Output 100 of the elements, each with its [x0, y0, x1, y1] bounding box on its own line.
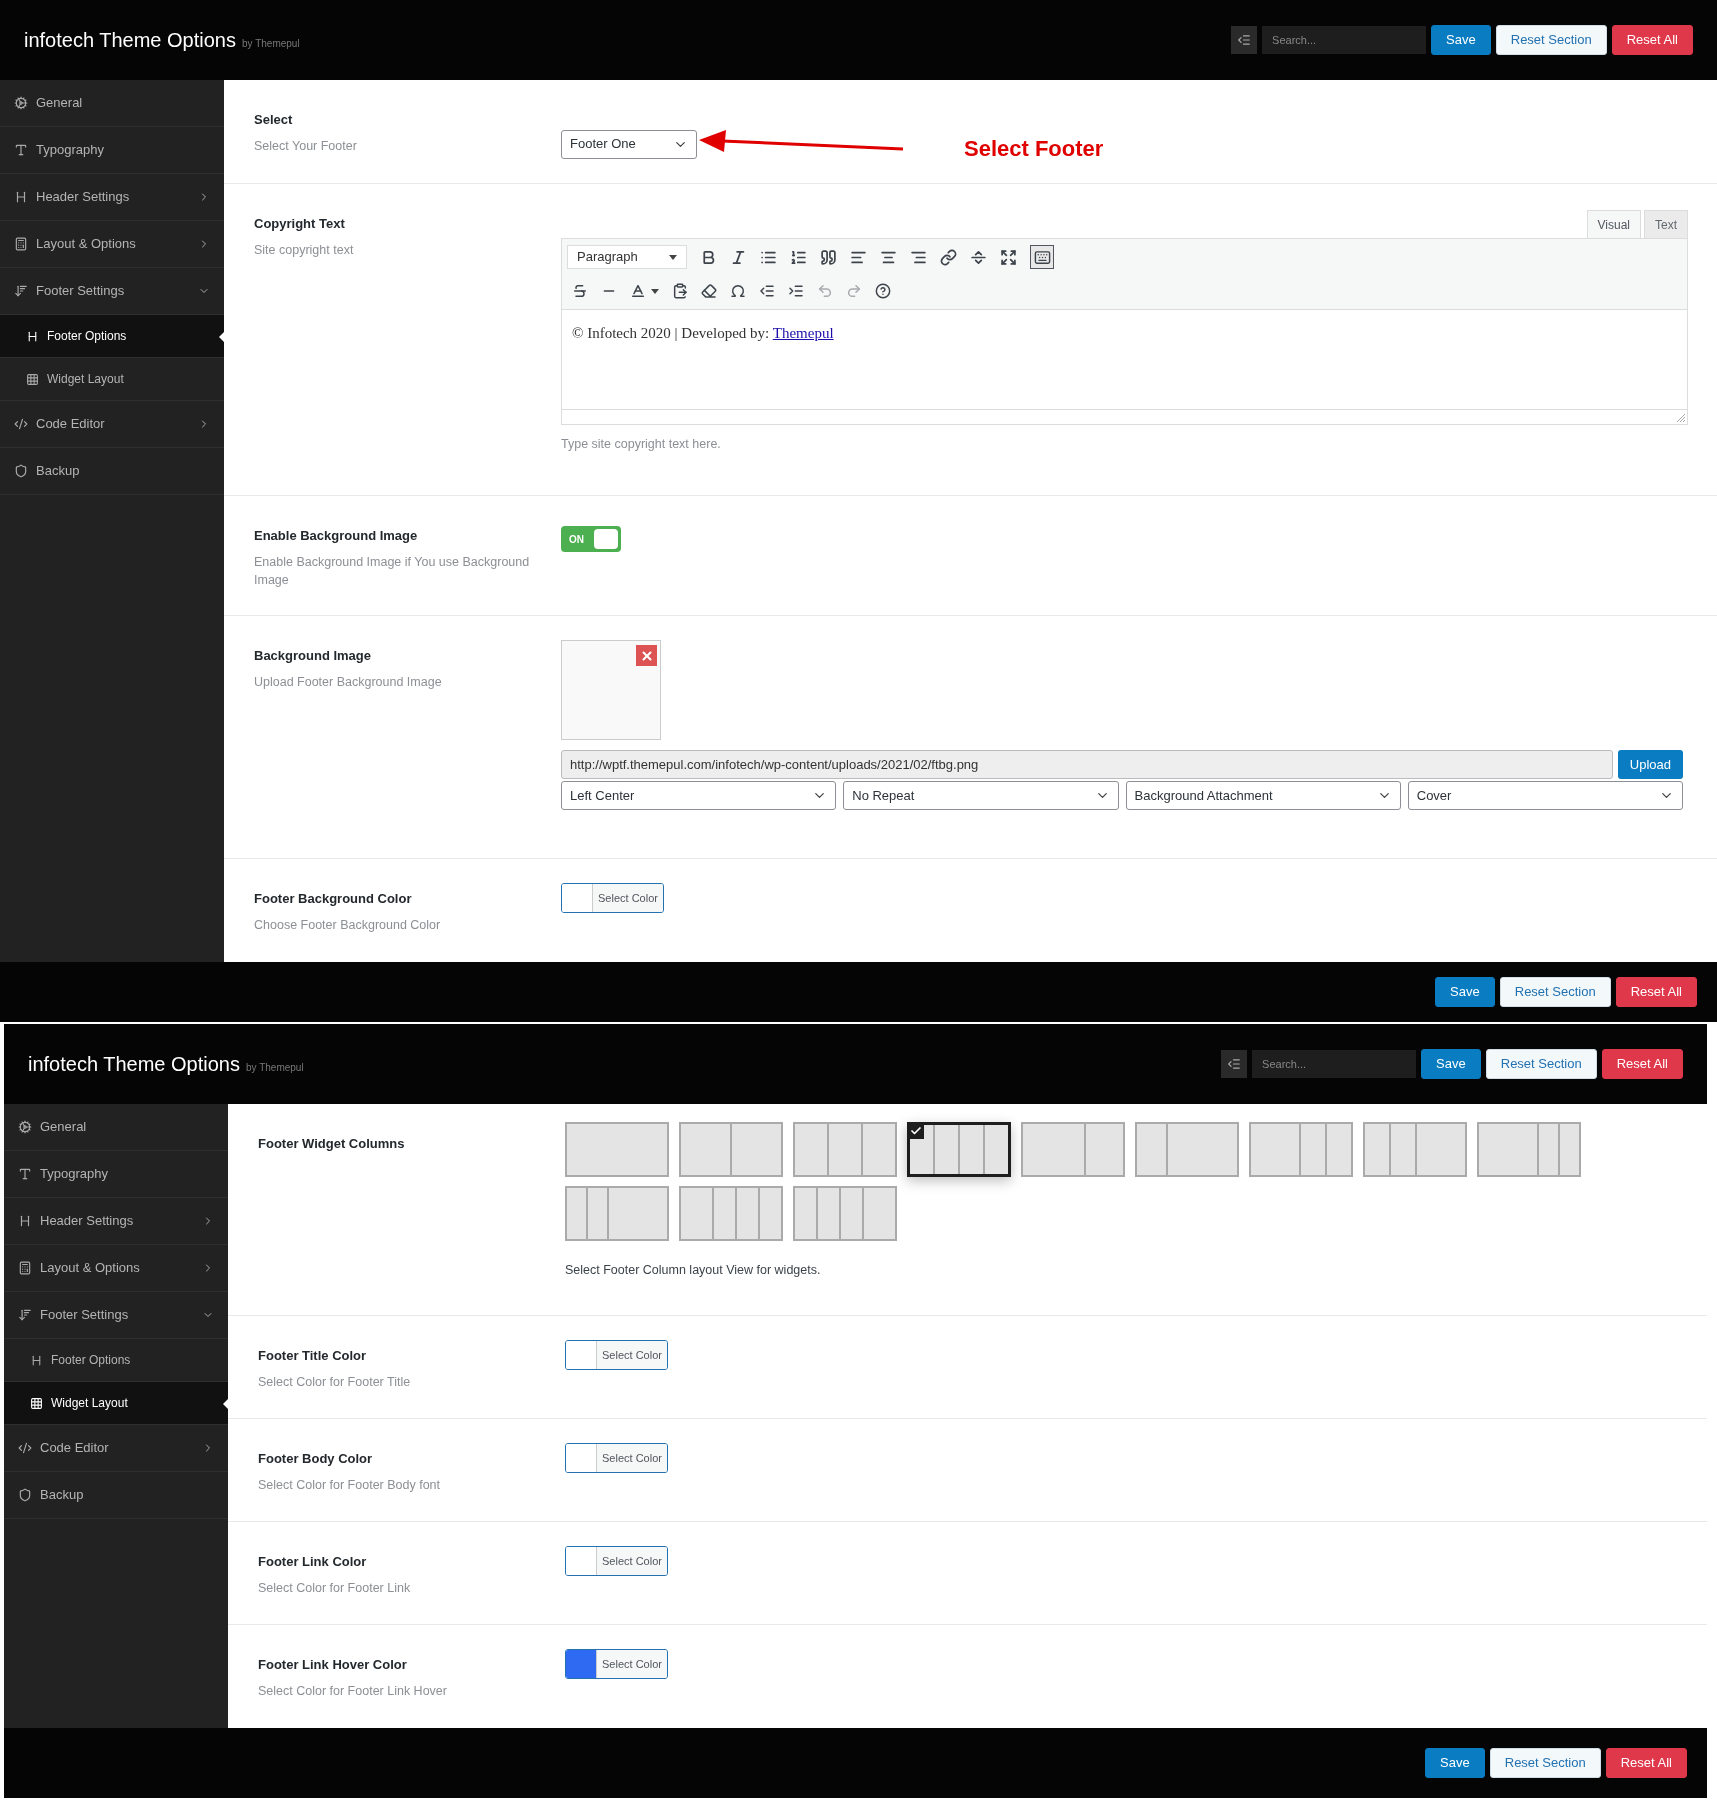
reset-section-button[interactable]: Reset Section	[1499, 977, 1611, 1007]
field-label: Background Image	[254, 647, 373, 665]
select-dropdown[interactable]: Background Attachment	[1125, 781, 1401, 810]
field-hint: Type site copyright text here.	[561, 436, 722, 453]
field-hint: Select Footer Column layout View for widgets.	[565, 1262, 822, 1279]
reset-all-button[interactable]: Reset All	[1611, 25, 1693, 55]
checkmark-icon	[907, 1122, 924, 1139]
strikethrough-icon[interactable]	[572, 283, 588, 299]
field-label: Footer Body Color	[258, 1450, 374, 1468]
grid-icon	[26, 372, 39, 386]
field-description: Select Color for Footer Body font	[258, 1476, 442, 1494]
omega-icon[interactable]	[730, 283, 746, 299]
paste-text-icon[interactable]	[672, 283, 688, 299]
save-button[interactable]: Save	[1425, 1748, 1485, 1778]
typography-icon	[18, 1167, 32, 1181]
italic-icon[interactable]	[730, 248, 747, 266]
field-description: Select Color for Footer Link	[258, 1579, 412, 1597]
copyright-text: © Infotech 2020 | Developed by:	[572, 325, 770, 341]
keyboard-icon	[1033, 248, 1051, 266]
sidebar-subitem[interactable]: Widget Layout	[4, 1382, 228, 1425]
reset-all-button[interactable]: Reset All	[1601, 1049, 1683, 1079]
field-description: Select Your Footer	[254, 137, 358, 155]
indent-icon	[1237, 33, 1252, 47]
help-icon[interactable]	[875, 283, 891, 299]
field-description: Upload Footer Background Image	[254, 673, 443, 691]
select-dropdown[interactable]: Left Center	[561, 781, 837, 810]
field-label: Enable Background Image	[254, 527, 419, 545]
reset-all-button[interactable]: Reset All	[1615, 977, 1697, 1007]
outdent-icon[interactable]	[759, 283, 775, 299]
calculator-icon	[18, 1261, 32, 1275]
caret-icon[interactable]	[651, 288, 659, 294]
reset-section-button[interactable]: Reset Section	[1495, 25, 1607, 55]
field-description: Select Color for Footer Title	[258, 1373, 412, 1391]
select-dropdown[interactable]: Footer One	[561, 129, 697, 159]
field-label: Copyright Text	[254, 215, 346, 233]
layout-option[interactable]	[907, 1122, 1011, 1177]
reset-all-button[interactable]: Reset All	[1605, 1748, 1687, 1778]
field-label: Footer Link Color	[258, 1553, 368, 1571]
annotation-text: Select Footer	[964, 134, 1104, 163]
search-field[interactable]: Search...	[1262, 26, 1427, 54]
color-picker-button[interactable]: Select Color	[565, 1546, 668, 1576]
byline: by Themepul	[242, 37, 300, 51]
calculator-icon	[14, 237, 28, 251]
color-picker-button[interactable]: Select Color	[565, 1443, 668, 1473]
field-description: Site copyright text	[254, 241, 355, 259]
select-dropdown[interactable]: No Repeat	[843, 781, 1119, 810]
select-dropdown[interactable]: Cover	[1407, 781, 1683, 810]
color-picker-button[interactable]: Select Color	[565, 1649, 668, 1679]
numbered-list-icon[interactable]	[790, 248, 807, 266]
field-label: Footer Widget Columns	[258, 1135, 406, 1153]
toolbar-toggle-button[interactable]	[1030, 245, 1054, 269]
sort-icon	[18, 1308, 32, 1322]
save-button[interactable]: Save	[1435, 977, 1495, 1007]
heading-icon	[18, 1214, 32, 1228]
code-icon	[14, 417, 28, 431]
field-label: Footer Link Hover Color	[258, 1656, 408, 1674]
byline: by Themepul	[246, 1061, 304, 1075]
typography-icon	[14, 143, 28, 157]
resize-handle-icon[interactable]	[1677, 414, 1685, 422]
editor-tab[interactable]: Visual	[1586, 210, 1641, 238]
quote-icon[interactable]	[820, 248, 837, 266]
shield-icon	[18, 1488, 32, 1502]
sort-icon	[14, 284, 28, 298]
themepul-link[interactable]: Themepul	[772, 325, 834, 341]
editor-tab[interactable]: Text	[1644, 210, 1688, 238]
caret-icon	[669, 254, 677, 260]
remove-button[interactable]	[636, 645, 657, 666]
close-icon	[639, 648, 654, 663]
save-button[interactable]: Save	[1431, 25, 1491, 55]
field-label: Footer Title Color	[258, 1347, 368, 1365]
eraser-icon[interactable]	[701, 283, 717, 299]
heading-icon	[30, 1353, 43, 1367]
collapse-button[interactable]	[1221, 1050, 1248, 1078]
page-title: infotech Theme Options	[28, 1052, 240, 1077]
indent-icon[interactable]	[788, 283, 804, 299]
field-description: Choose Footer Background Color	[254, 916, 442, 934]
fullscreen-icon[interactable]	[1000, 248, 1017, 266]
field-description: Select Color for Footer Link Hover	[258, 1682, 448, 1700]
text-color-icon[interactable]	[630, 283, 646, 299]
sidebar-subitem[interactable]: Footer Options	[0, 315, 224, 358]
reset-section-button[interactable]: Reset Section	[1485, 1049, 1597, 1079]
save-button[interactable]: Save	[1421, 1049, 1481, 1079]
field-description: Enable Background Image if You use Background Image	[254, 553, 531, 589]
grid-icon	[30, 1396, 43, 1410]
color-picker-button[interactable]: Select Color	[561, 883, 664, 913]
collapse-button[interactable]	[1231, 26, 1258, 54]
bold-icon[interactable]	[700, 248, 717, 266]
color-picker-button[interactable]: Select Color	[565, 1340, 668, 1370]
code-icon	[18, 1441, 32, 1455]
format-dropdown[interactable]: Paragraph	[567, 245, 687, 269]
reset-section-button[interactable]: Reset Section	[1489, 1748, 1601, 1778]
page-title: infotech Theme Options	[24, 28, 236, 53]
search-field[interactable]: Search...	[1252, 1050, 1417, 1078]
upload-button[interactable]: Upload	[1617, 750, 1683, 779]
shield-icon	[14, 464, 28, 478]
link-icon[interactable]	[940, 248, 957, 266]
field-label: Select	[254, 111, 294, 129]
url-field[interactable]: http://wptf.themepul.com/infotech/wp-content/uploads/2021/02/ftbg.png	[561, 750, 1613, 779]
indent-icon	[1227, 1057, 1242, 1071]
heading-icon	[14, 190, 28, 204]
